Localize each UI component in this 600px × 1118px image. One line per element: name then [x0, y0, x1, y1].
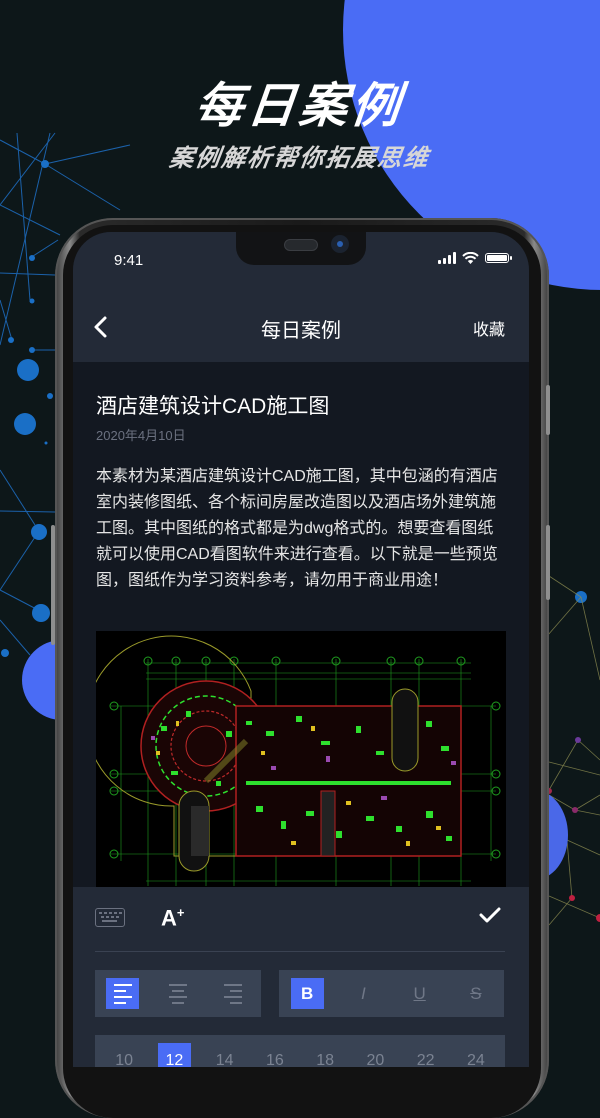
confirm-button[interactable] [479, 903, 501, 931]
align-center-icon [168, 983, 187, 1004]
cad-preview-image[interactable] [96, 631, 506, 891]
text-style-group: B I U S [279, 970, 504, 1017]
text-editor-panel: A+ B I U S 10 12 14 16 18 20 22 24 [73, 887, 529, 1067]
font-size-option[interactable]: 24 [459, 1043, 492, 1067]
power-button [51, 525, 55, 645]
italic-icon: I [361, 983, 366, 1003]
align-right-icon [224, 983, 243, 1004]
font-size-picker: 10 12 14 16 18 20 22 24 [95, 1035, 505, 1067]
app-screen: 9:41 每日案例 收藏 酒店建筑设计CAD施工图 2020年4月10日 本素材… [73, 232, 529, 1067]
underline-icon: U [413, 983, 426, 1003]
signal-icon [438, 252, 456, 264]
promo-subtitle: 案例解析帮你拓展思维 [167, 145, 432, 172]
volume-button [546, 385, 550, 435]
strikethrough-button[interactable]: S [459, 978, 492, 1009]
align-right-button[interactable] [217, 978, 250, 1009]
phone-notch [236, 232, 366, 265]
article-body: 本素材为某酒店建筑设计CAD施工图，其中包涵的有酒店室内装修图纸、各个标间房屋改… [96, 468, 498, 589]
keyboard-icon[interactable] [95, 908, 125, 927]
font-size-option[interactable]: 22 [409, 1043, 442, 1067]
article-date: 2020年4月10日 [96, 428, 186, 443]
underline-button[interactable]: U [403, 978, 436, 1009]
align-center-button[interactable] [161, 978, 194, 1009]
font-size-option[interactable]: 18 [309, 1043, 342, 1067]
font-size-plus: + [176, 905, 185, 920]
status-time: 9:41 [114, 252, 144, 269]
wifi-icon [462, 252, 479, 264]
promo-title: 每日案例 [192, 80, 407, 133]
font-size-option[interactable]: 10 [108, 1043, 141, 1067]
font-size-option[interactable]: 16 [258, 1043, 291, 1067]
strikethrough-icon: S [470, 983, 482, 1003]
align-left-icon [113, 983, 132, 1004]
cad-drawing [96, 635, 501, 886]
battery-icon [485, 253, 512, 263]
bold-button[interactable]: B [290, 978, 324, 1009]
bold-icon: B [300, 983, 314, 1003]
page-title: 每日案例 [261, 320, 341, 342]
nav-bar: 每日案例 收藏 [73, 292, 529, 362]
font-size-option[interactable]: 20 [359, 1043, 392, 1067]
alignment-group [95, 970, 261, 1017]
font-size-option-selected[interactable]: 12 [157, 1043, 191, 1067]
article-title: 酒店建筑设计CAD施工图 [96, 395, 330, 418]
font-size-label: A [161, 905, 177, 931]
check-icon [479, 907, 501, 923]
divider [95, 951, 505, 952]
camera-icon [331, 235, 349, 253]
font-size-option[interactable]: 14 [208, 1043, 241, 1067]
favorite-button[interactable]: 收藏 [473, 316, 505, 340]
italic-button[interactable]: I [347, 978, 380, 1009]
volume-button [546, 525, 550, 600]
align-left-button[interactable] [106, 978, 140, 1009]
font-size-button[interactable]: A+ [161, 905, 184, 931]
